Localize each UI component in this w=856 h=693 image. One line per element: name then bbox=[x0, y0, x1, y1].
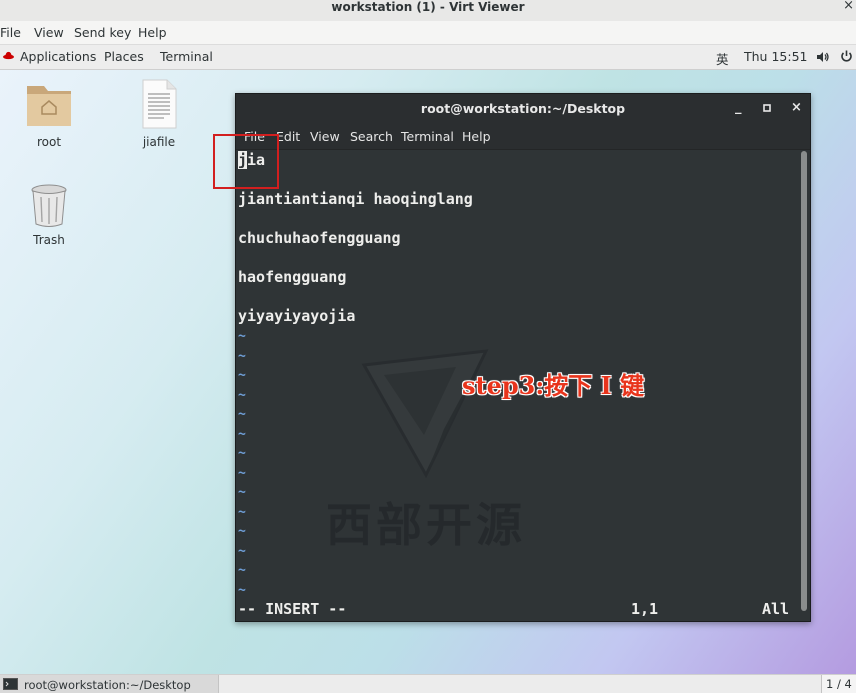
viewer-menu-file[interactable]: File bbox=[0, 25, 21, 40]
home-folder-icon bbox=[27, 86, 71, 126]
terminal-icon bbox=[3, 678, 18, 690]
vim-mode-indicator: -- INSERT -- bbox=[238, 600, 347, 618]
terminal-window[interactable]: root@workstation:~/Desktop _ × File Edit… bbox=[235, 93, 811, 622]
redhat-icon bbox=[3, 51, 14, 60]
editor-line: haofengguang bbox=[238, 268, 347, 286]
viewer-titlebar: workstation (1) - Virt Viewer × bbox=[0, 0, 856, 21]
terminal-title: root@workstation:~/Desktop bbox=[420, 101, 626, 116]
desktop-icon-label: jiafile bbox=[142, 135, 176, 149]
clock[interactable]: Thu 15:51 bbox=[744, 49, 807, 64]
empty-line-tilde: ~ bbox=[238, 583, 246, 598]
desktop-icon-label: Trash bbox=[33, 233, 65, 247]
terminal-scrollbar[interactable] bbox=[801, 151, 807, 611]
empty-line-tilde: ~ bbox=[238, 544, 246, 559]
volume-icon[interactable] bbox=[816, 51, 830, 63]
term-menu-view[interactable]: View bbox=[310, 129, 340, 144]
viewer-menu-view[interactable]: View bbox=[34, 25, 64, 40]
workspace-switcher[interactable]: 1 / 4 bbox=[821, 675, 856, 693]
bottom-taskbar: root@workstation:~/Desktop 1 / 4 bbox=[0, 674, 856, 693]
editor-line: chuchuhaofengguang bbox=[238, 229, 401, 247]
empty-line-tilde: ~ bbox=[238, 466, 246, 481]
watermark-text: 西部开源 bbox=[326, 498, 526, 552]
term-menu-search[interactable]: Search bbox=[350, 129, 393, 144]
input-method-indicator[interactable]: 英 bbox=[716, 49, 729, 68]
empty-line-tilde: ~ bbox=[238, 485, 246, 500]
editor-line: yiyayiyayojia bbox=[238, 307, 356, 325]
taskbar-window-label: root@workstation:~/Desktop bbox=[24, 678, 191, 692]
close-button[interactable]: × bbox=[791, 100, 802, 115]
editor-line: jiantiantianqi haoqinglang bbox=[238, 190, 473, 208]
vim-cursor-position: 1,1 bbox=[631, 600, 659, 618]
term-menu-terminal[interactable]: Terminal bbox=[401, 129, 454, 144]
empty-line-tilde: ~ bbox=[238, 524, 246, 539]
minimize-button[interactable]: _ bbox=[735, 100, 742, 115]
viewer-menu-help[interactable]: Help bbox=[138, 25, 167, 40]
vim-scroll-indicator: All bbox=[762, 600, 790, 618]
term-menu-edit[interactable]: Edit bbox=[276, 129, 300, 144]
taskbar-window-button[interactable]: root@workstation:~/Desktop bbox=[0, 675, 219, 693]
empty-line-tilde: ~ bbox=[238, 349, 246, 364]
power-icon[interactable] bbox=[840, 50, 853, 63]
viewer-menubar: File View Send key Help bbox=[0, 21, 856, 45]
terminal-menubar: File Edit View Search Terminal Help bbox=[236, 123, 810, 150]
empty-line-tilde: ~ bbox=[238, 329, 246, 344]
empty-line-tilde: ~ bbox=[238, 368, 246, 383]
empty-line-tilde: ~ bbox=[238, 563, 246, 578]
viewer-menu-send-key[interactable]: Send key bbox=[74, 25, 131, 40]
empty-line-tilde: ~ bbox=[238, 446, 246, 461]
viewer-title: workstation (1) - Virt Viewer bbox=[331, 0, 525, 14]
gnome-top-panel: Applications Places Terminal 英 Thu 15:51 bbox=[0, 45, 856, 70]
terminal-titlebar[interactable]: root@workstation:~/Desktop _ × bbox=[236, 94, 810, 123]
terminal-app-menu[interactable]: Terminal bbox=[160, 49, 213, 64]
desktop-icon-root[interactable]: root bbox=[18, 78, 80, 149]
maximize-icon[interactable] bbox=[763, 104, 771, 112]
trash-icon bbox=[31, 184, 67, 227]
annotation-step-text: step3:按下 I 键 bbox=[461, 371, 645, 401]
text-file-icon bbox=[142, 79, 177, 129]
empty-line-tilde: ~ bbox=[238, 427, 246, 442]
empty-line-tilde: ~ bbox=[238, 505, 246, 520]
places-menu[interactable]: Places bbox=[104, 49, 144, 64]
empty-line-tilde: ~ bbox=[238, 388, 246, 403]
term-menu-help[interactable]: Help bbox=[462, 129, 491, 144]
desktop-icon-trash[interactable]: Trash bbox=[18, 182, 80, 247]
annotation-highlight-box bbox=[213, 134, 279, 189]
desktop-icon-jiafile[interactable]: jiafile bbox=[128, 78, 190, 149]
empty-line-tilde: ~ bbox=[238, 407, 246, 422]
viewer-close-button[interactable]: × bbox=[843, 0, 854, 13]
desktop-icon-label: root bbox=[36, 135, 62, 149]
applications-menu[interactable]: Applications bbox=[20, 49, 96, 64]
